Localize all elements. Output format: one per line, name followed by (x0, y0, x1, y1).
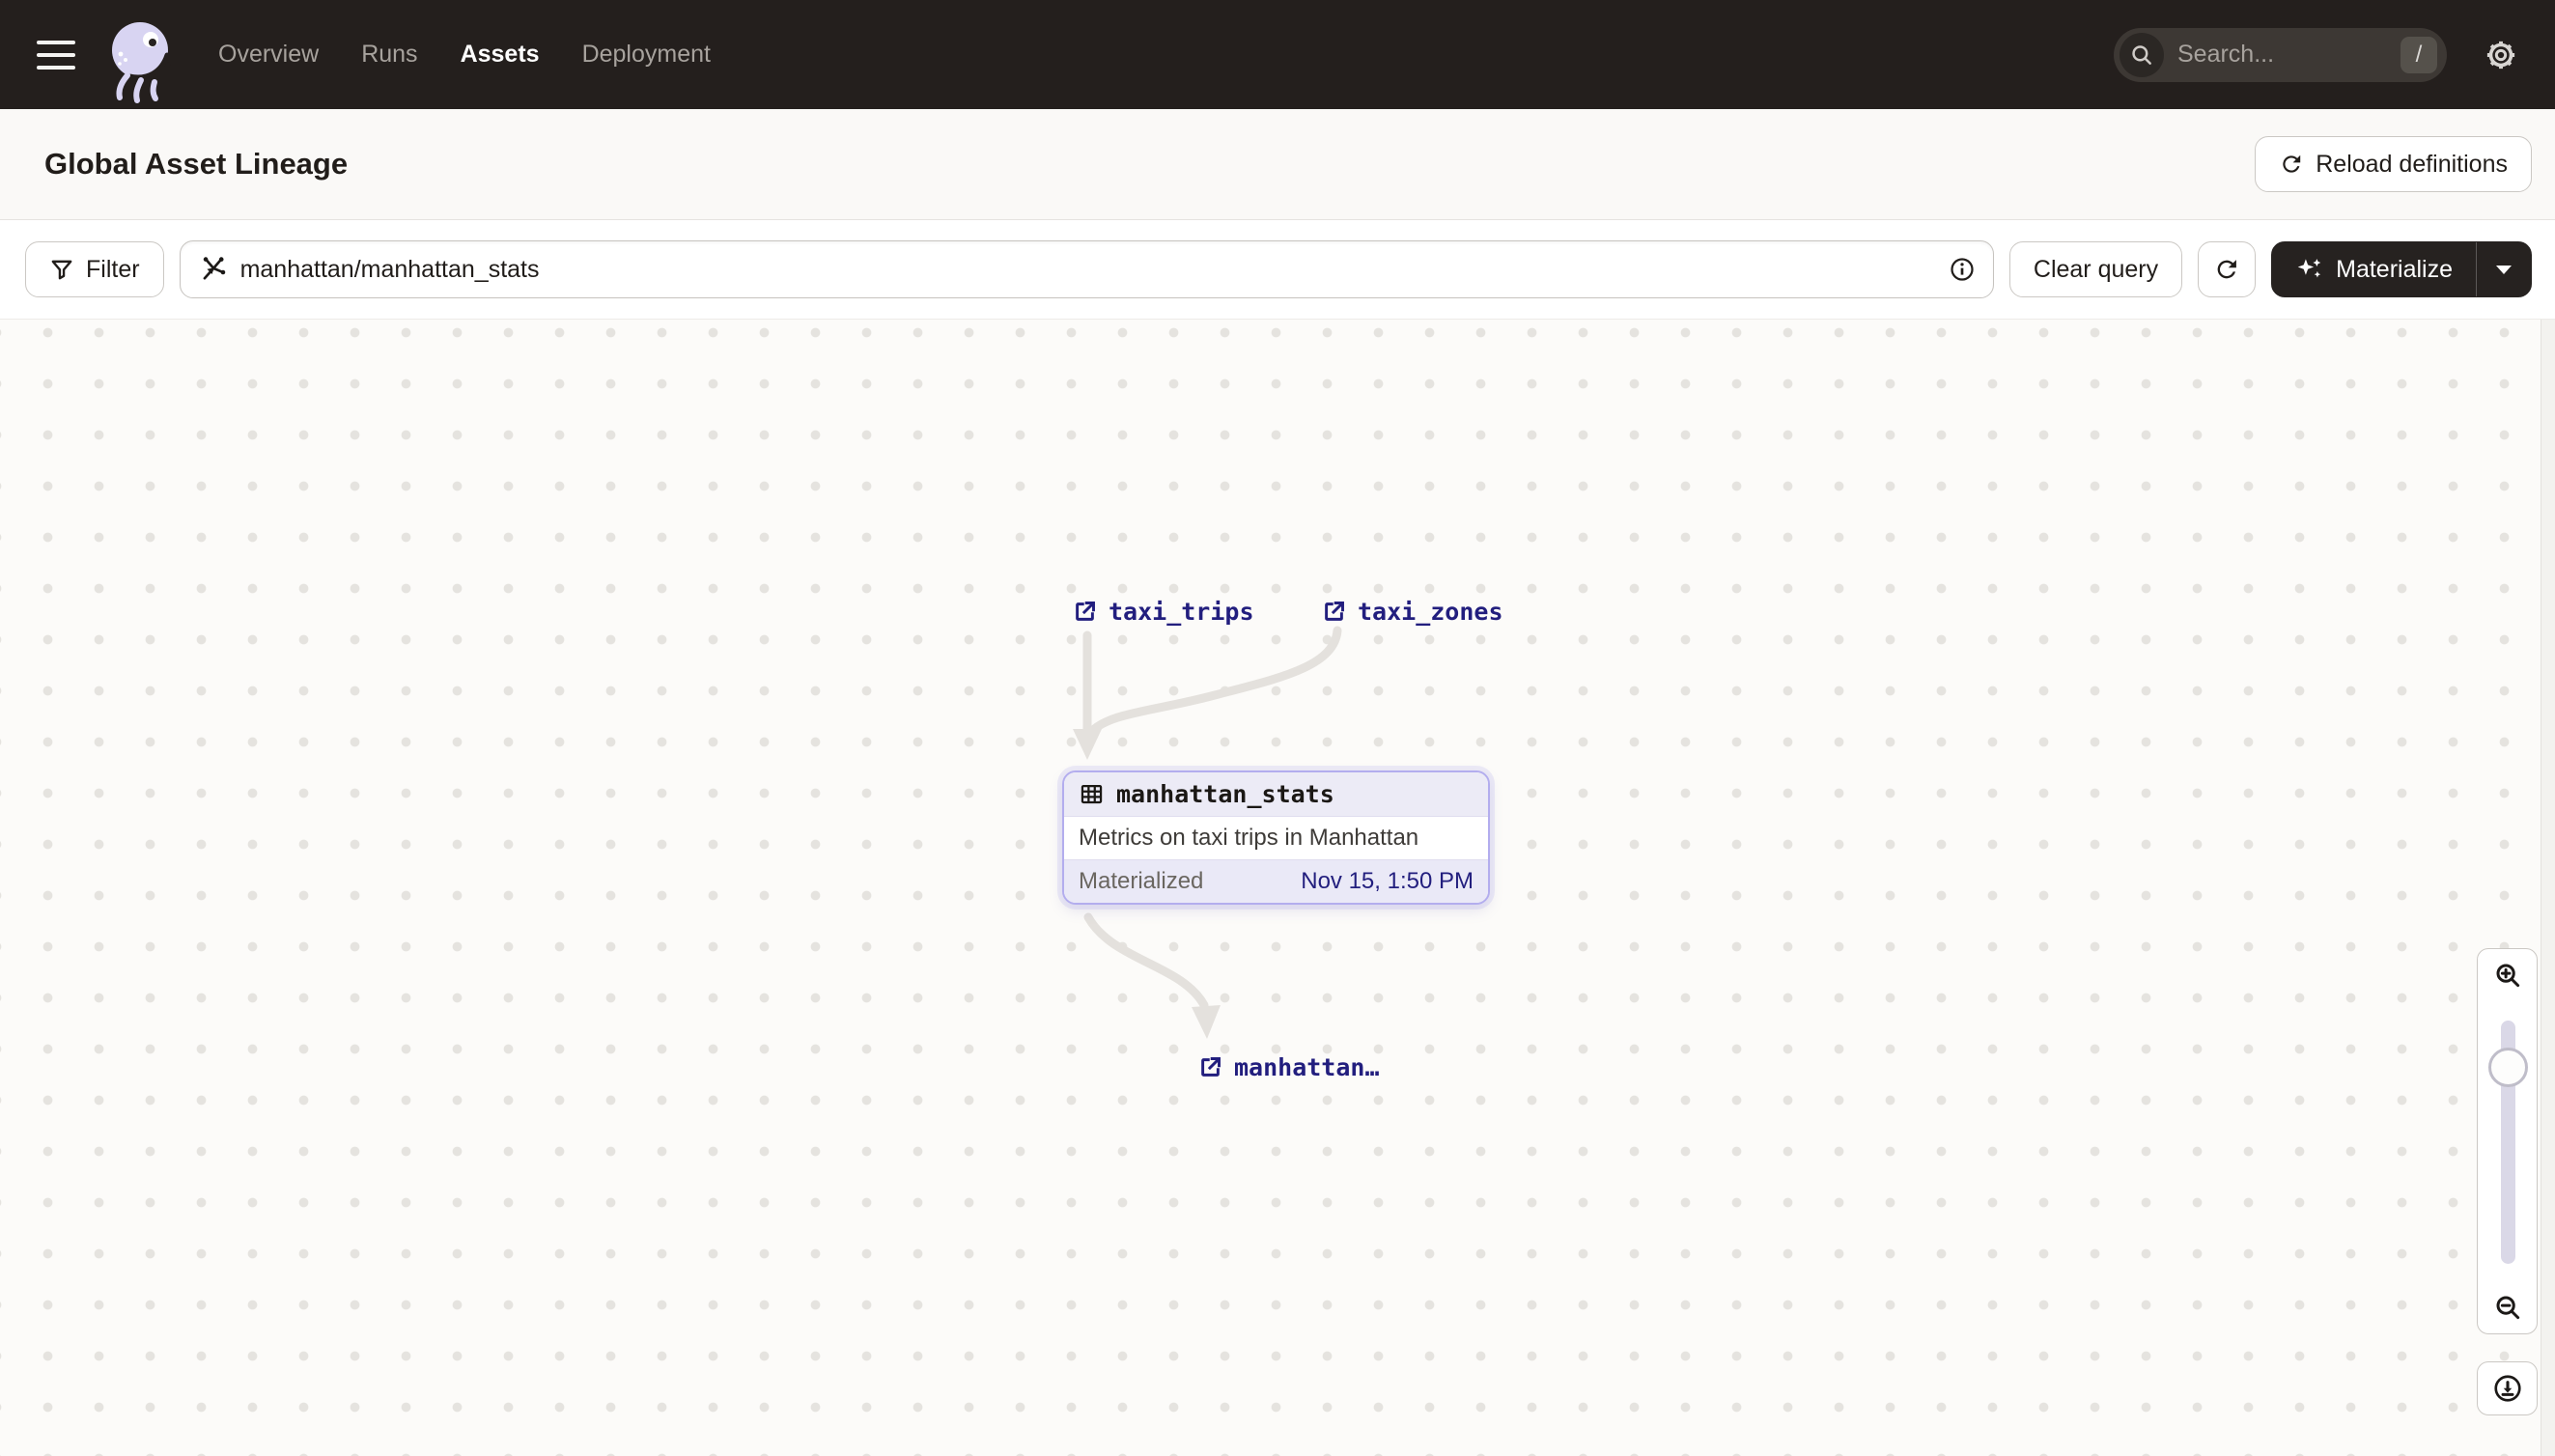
asset-query-input[interactable] (239, 255, 1935, 284)
materialize-button[interactable]: Materialize (2271, 241, 2532, 297)
external-link-icon (1321, 599, 1347, 625)
funnel-icon (49, 257, 74, 282)
lineage-toolbar: Filter Clear query (0, 220, 2555, 320)
zoom-controls (2477, 948, 2538, 1415)
asset-node-taxi-trips[interactable]: taxi_trips (1072, 598, 1254, 626)
download-view-button[interactable] (2477, 1361, 2538, 1415)
search-shortcut-badge: / (2401, 36, 2437, 73)
canvas-scrollbar[interactable] (2541, 320, 2555, 1456)
asset-query-field[interactable] (179, 240, 1994, 298)
nav-item-assets[interactable]: Assets (461, 41, 540, 69)
external-link-icon (1072, 599, 1098, 625)
filter-label: Filter (86, 255, 140, 283)
zoom-slider (2477, 1001, 2538, 1281)
page-header: Global Asset Lineage Reload definitions (0, 109, 2555, 220)
clear-query-button[interactable]: Clear query (2008, 241, 2183, 297)
gear-icon[interactable] (2484, 38, 2518, 72)
status-timestamp[interactable]: Nov 15, 1:50 PM (1301, 868, 1474, 895)
asset-node-label: taxi_zones (1358, 598, 1503, 626)
status-label: Materialized (1079, 868, 1204, 894)
lineage-canvas[interactable]: taxi_trips taxi_zones manhattan_stats Me… (0, 320, 2555, 1456)
asset-node-taxi-zones[interactable]: taxi_zones (1321, 598, 1503, 626)
table-icon (1079, 781, 1105, 807)
search-icon (2120, 32, 2164, 77)
materialize-main[interactable]: Materialize (2272, 242, 2476, 296)
nav-links: Overview Runs Assets Deployment (218, 41, 711, 69)
zoom-in-icon (2493, 961, 2522, 990)
top-nav: Overview Runs Assets Deployment / (0, 0, 2555, 109)
asset-node-manhattan-truncated[interactable]: manhattan… (1197, 1053, 1380, 1081)
asset-card-description: Metrics on taxi trips in Manhattan (1064, 817, 1488, 859)
asset-node-label: taxi_trips (1109, 598, 1254, 626)
reload-definitions-button[interactable]: Reload definitions (2255, 136, 2532, 192)
info-icon[interactable] (1949, 256, 1976, 283)
asset-card-name: manhattan_stats (1116, 780, 1334, 808)
refresh-button[interactable] (2198, 241, 2257, 297)
nav-item-runs[interactable]: Runs (361, 41, 417, 69)
asset-card-manhattan-stats[interactable]: manhattan_stats Metrics on taxi trips in… (1062, 770, 1490, 905)
nav-item-deployment[interactable]: Deployment (582, 41, 711, 69)
dagster-logo[interactable] (108, 7, 176, 103)
asset-card-header: manhattan_stats (1064, 772, 1488, 817)
search-input[interactable] (2164, 41, 2401, 69)
materialize-label: Materialize (2336, 255, 2453, 283)
materialize-dropdown-button[interactable] (2477, 242, 2531, 296)
asset-card-footer: Materialized Nov 15, 1:50 PM (1064, 859, 1488, 903)
filter-button[interactable]: Filter (25, 241, 164, 297)
page-title: Global Asset Lineage (44, 147, 349, 181)
zoom-slider-handle[interactable] (2488, 1048, 2528, 1087)
hamburger-menu-icon[interactable] (37, 40, 75, 70)
reload-definitions-label: Reload definitions (2316, 150, 2508, 178)
asset-node-label: manhattan… (1234, 1053, 1380, 1081)
nav-right: / (2114, 27, 2518, 82)
external-link-icon (1197, 1054, 1223, 1080)
lineage-splat-icon (198, 255, 227, 284)
sparkle-icon (2295, 255, 2324, 284)
nav-item-overview[interactable]: Overview (218, 41, 319, 69)
zoom-out-button[interactable] (2477, 1280, 2538, 1334)
zoom-in-button[interactable] (2477, 948, 2538, 1002)
zoom-out-icon (2493, 1293, 2522, 1322)
reload-icon (2279, 152, 2304, 177)
chevron-down-icon (2496, 265, 2512, 274)
clear-query-label: Clear query (2033, 255, 2159, 283)
download-icon (2492, 1373, 2523, 1404)
refresh-icon (2213, 256, 2240, 283)
global-search[interactable]: / (2114, 27, 2447, 82)
